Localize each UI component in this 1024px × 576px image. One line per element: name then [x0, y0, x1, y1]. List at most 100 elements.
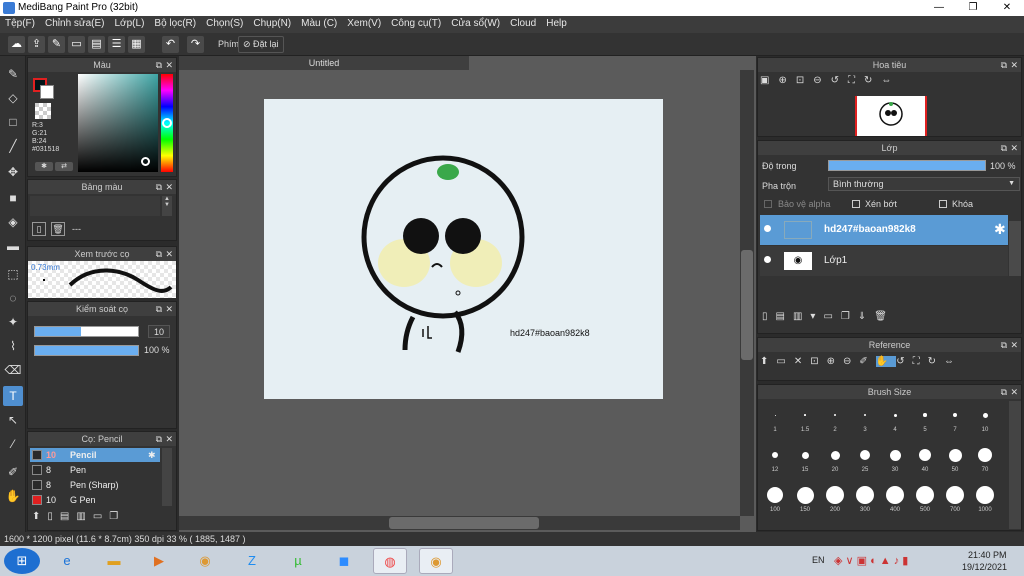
close-icon[interactable]: ✕ [1010, 338, 1018, 352]
lock-checkbox[interactable] [939, 200, 947, 208]
blend-select[interactable]: Bình thường ▼ [828, 177, 1020, 191]
brush-size-option[interactable]: 40 [910, 445, 940, 481]
close-icon[interactable]: ✕ [1010, 58, 1018, 72]
brush-size-option[interactable]: 1.5 [790, 405, 820, 441]
brush-size-option[interactable]: 100 [760, 485, 790, 521]
hscroll-thumb[interactable] [389, 517, 539, 529]
actual-size-icon[interactable]: ⊡ [796, 75, 813, 86]
merge-layer-icon[interactable]: ⇓ [858, 311, 874, 322]
hand-tool-icon[interactable]: ✋ [3, 486, 23, 506]
undock-icon[interactable]: ⧉ [1001, 58, 1007, 72]
cloud-icon[interactable]: ☁ [8, 36, 25, 53]
reference-rotate-right-icon[interactable]: ↻ [928, 356, 944, 367]
media-icon[interactable]: ▶ [142, 548, 176, 574]
operation-tool-icon[interactable]: ↖ [3, 410, 23, 430]
document-tab[interactable]: Untitled [179, 56, 469, 70]
chat-icon[interactable]: ▭ [68, 36, 85, 53]
redo-icon[interactable]: ↷ [187, 36, 204, 53]
layer-scrollbar[interactable] [1009, 221, 1021, 276]
close-icon[interactable]: ✕ [165, 180, 173, 194]
brush-size-option[interactable]: 4 [880, 405, 910, 441]
doc-icon[interactable]: ▤ [88, 36, 105, 53]
maximize-button[interactable]: ❐ [956, 0, 990, 16]
palette-area[interactable] [30, 196, 160, 216]
canvas-vscrollbar[interactable] [740, 70, 754, 516]
menu-color[interactable]: Màu (C) [296, 16, 342, 31]
canvas-hscrollbar[interactable] [179, 516, 740, 530]
new-layer-1bit-icon[interactable]: ▥ [793, 311, 810, 322]
visibility-icon[interactable] [764, 225, 771, 232]
grid-icon[interactable]: ▦ [128, 36, 145, 53]
upload-icon[interactable]: ⇪ [28, 36, 45, 53]
brush-menu-icon[interactable]: ▤ [60, 511, 76, 522]
select-pen-icon[interactable]: ⌇ [3, 336, 23, 356]
menu-snap[interactable]: Chụp(N) [248, 16, 296, 31]
clock-date[interactable]: 19/12/2021 [962, 562, 1007, 572]
drawing-canvas[interactable]: hd247#baoan982k8 [264, 99, 663, 399]
color-option-icon[interactable]: ✱ [35, 162, 53, 171]
brush-list-scrollbar[interactable] [162, 448, 172, 506]
menu-file[interactable]: Tệp(F) [0, 16, 40, 31]
undock-icon[interactable]: ⧉ [156, 302, 162, 316]
copy-icon[interactable]: ❐ [109, 511, 125, 522]
brush-size-option[interactable]: 700 [940, 485, 970, 521]
brush-size-option[interactable]: 7 [940, 405, 970, 441]
brush-size-option[interactable]: 200 [820, 485, 850, 521]
gear-icon[interactable]: ✱ [994, 221, 1006, 238]
magic-wand-icon[interactable]: ✦ [3, 312, 23, 332]
undock-icon[interactable]: ⧉ [156, 247, 162, 261]
brush-size-scrollbar[interactable] [1009, 401, 1021, 529]
rotate-left-icon[interactable]: ↺ [831, 75, 848, 86]
folder-icon[interactable]: ▭ [823, 311, 840, 322]
gradient-tool-icon[interactable]: ▬ [3, 236, 23, 256]
rotate-right-icon[interactable]: ↻ [864, 75, 881, 86]
brush-size-option[interactable]: 30 [880, 445, 910, 481]
undock-icon[interactable]: ⧉ [1001, 385, 1007, 399]
reference-flip-icon[interactable]: ⇔ [944, 356, 962, 367]
move-tool-icon[interactable]: ✥ [3, 162, 23, 182]
brush-size-option[interactable]: 50 [940, 445, 970, 481]
reference-dropper-icon[interactable]: ✐ [859, 356, 875, 367]
clock-time[interactable]: 21:40 PM [968, 550, 1007, 560]
reference-rotate-icon[interactable]: ↺ [896, 356, 912, 367]
delete-layer-icon[interactable]: 🗑 [874, 311, 895, 322]
menu-window[interactable]: Cửa sổ(W) [446, 16, 505, 31]
hue-slider[interactable] [161, 74, 173, 172]
select-tool-icon[interactable]: ⬚ [3, 264, 23, 284]
reference-fit-icon[interactable]: ⊡ [810, 356, 826, 367]
menu-tools[interactable]: Công cụ(T) [386, 16, 446, 31]
reset-button[interactable]: ⊘ Đặt lại [238, 36, 284, 53]
reference-close-icon[interactable]: ✕ [794, 356, 810, 367]
layer-row[interactable]: ◉ Lớp1 [760, 246, 1008, 276]
zoom-out-icon[interactable]: ⊖ [813, 75, 830, 86]
reference-zoom-out-icon[interactable]: ⊖ [843, 356, 859, 367]
text-tool-icon[interactable]: T [3, 386, 23, 406]
ie-icon[interactable]: e [50, 548, 84, 574]
chrome-profile-icon[interactable]: ◉ [419, 548, 453, 574]
close-button[interactable]: ✕ [990, 0, 1024, 16]
brush-size-option[interactable]: 300 [850, 485, 880, 521]
new-layer-icon[interactable]: ▯ [762, 311, 776, 322]
add-layer-menu-icon[interactable]: ▾ [810, 311, 823, 322]
zalo-icon[interactable]: Z [235, 548, 269, 574]
comment-icon[interactable]: ✎ [48, 36, 65, 53]
reference-open-icon[interactable]: ▭ [776, 356, 793, 367]
close-icon[interactable]: ✕ [1010, 141, 1018, 155]
medibang-icon[interactable]: ◍ [373, 548, 407, 574]
list-icon[interactable]: ☰ [108, 36, 125, 53]
menu-edit[interactable]: Chỉnh sửa(E) [40, 16, 110, 31]
reference-hand-icon[interactable]: ✋ [875, 356, 897, 367]
transparent-swatch[interactable] [35, 103, 51, 119]
folder-icon[interactable]: ▭ [93, 511, 109, 522]
layer-opacity-slider[interactable] [828, 160, 986, 171]
rect-tool-icon[interactable]: □ [3, 112, 23, 132]
brush-props-icon[interactable]: ▥ [76, 511, 92, 522]
brush-size-value[interactable]: 10 [148, 325, 170, 338]
eyedropper-tool-icon[interactable]: ⁄ [3, 434, 23, 454]
palette-scrollbar[interactable]: ▲ ▼ [162, 196, 172, 216]
brush-size-option[interactable]: 400 [880, 485, 910, 521]
dropper-icon[interactable]: ✐ [3, 462, 23, 482]
undock-icon[interactable]: ⧉ [156, 58, 162, 72]
clipping-checkbox[interactable] [852, 200, 860, 208]
chrome-icon[interactable]: ◉ [188, 548, 222, 574]
